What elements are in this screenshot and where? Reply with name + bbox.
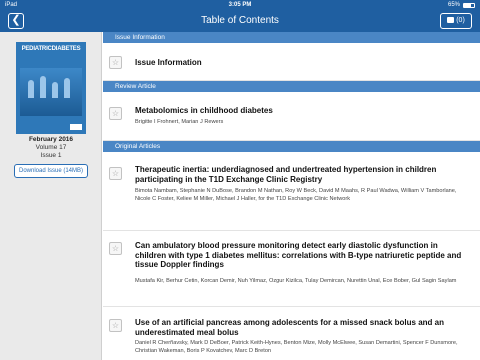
article-title: Use of an artificial pancreas among adol…	[135, 318, 444, 337]
article-title: Therapeutic inertia: underdiagnosed and …	[135, 165, 437, 184]
clock-label: 3:05 PM	[228, 2, 252, 8]
page-title: Table of Contents	[201, 15, 279, 26]
cover-title: PEDIATRICDIABETES	[21, 46, 81, 52]
list-item[interactable]: ☆ Use of an artificial pancreas among ad…	[103, 307, 480, 360]
list-item[interactable]: ☆ Issue Information	[103, 43, 480, 81]
download-issue-button[interactable]: Download Issue (14MB)	[14, 164, 88, 178]
publisher-logo	[70, 124, 82, 130]
article-title: Issue Information	[135, 58, 202, 67]
toc-list[interactable]: Issue Information ☆ Issue Information Re…	[103, 32, 480, 360]
section-header-original-articles: Original Articles	[103, 141, 480, 152]
battery-label: 65%	[447, 2, 460, 8]
cart-count: (0)	[456, 17, 465, 24]
cover-artwork	[20, 68, 82, 116]
star-icon[interactable]: ☆	[109, 56, 122, 69]
list-item[interactable]: ☆ Metabolomics in childhood diabetes Bri…	[103, 92, 480, 141]
article-title: Metabolomics in childhood diabetes	[135, 106, 273, 115]
issue-sidebar: PEDIATRICDIABETES February 2016 Volume 1…	[0, 32, 102, 360]
issue-meta: February 2016 Volume 17 Issue 1	[0, 136, 102, 160]
cart-button[interactable]: (0)	[440, 13, 472, 29]
cart-icon	[447, 17, 455, 23]
issue-cover-image[interactable]: PEDIATRICDIABETES	[16, 42, 86, 134]
star-icon[interactable]: ☆	[109, 167, 122, 180]
article-authors: Bimota Nambam, Stephanie N DuBose, Brand…	[135, 188, 457, 202]
article-title: Can ambulatory blood pressure monitoring…	[135, 241, 462, 269]
status-bar: iPad 3:05 PM 65%	[0, 0, 480, 10]
article-authors: Brigitte I Frohnert, Marian J Rewers	[135, 119, 224, 125]
star-icon[interactable]: ☆	[109, 107, 122, 120]
list-item[interactable]: ☆ Can ambulatory blood pressure monitori…	[103, 231, 480, 307]
star-icon[interactable]: ☆	[109, 242, 122, 255]
battery-icon	[463, 3, 475, 8]
star-icon[interactable]: ☆	[109, 319, 122, 332]
section-header-issue-information: Issue Information	[103, 32, 480, 43]
issue-number: Issue 1	[40, 152, 62, 159]
issue-volume: Volume 17	[35, 144, 67, 151]
issue-date: February 2016	[28, 136, 74, 143]
list-item[interactable]: ☆ Therapeutic inertia: underdiagnosed an…	[103, 152, 480, 231]
section-header-review-article: Review Article	[103, 81, 480, 92]
nav-bar: ❮ Table of Contents (0)	[0, 10, 480, 32]
article-authors: Daniel R Cherñavsky, Mark D DeBoer, Patr…	[135, 340, 458, 354]
article-authors: Mustafa Kir, Berhur Cetin, Korcan Demir,…	[135, 278, 457, 284]
